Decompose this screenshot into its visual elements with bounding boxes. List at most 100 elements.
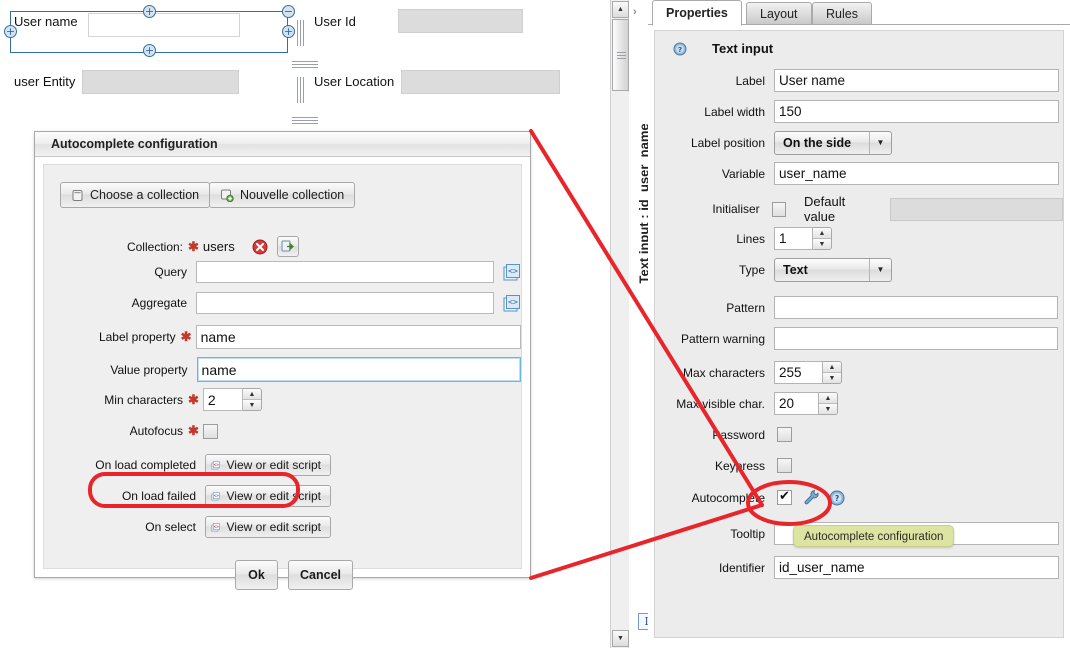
aggregate-input[interactable] <box>196 292 494 314</box>
tab-layout[interactable]: Layout <box>746 2 812 25</box>
label-field-input[interactable]: User name <box>774 69 1059 92</box>
min-characters-required-marker: ✱ <box>188 391 199 407</box>
keypress-checkbox[interactable] <box>777 458 792 473</box>
pattern-warning-input[interactable] <box>774 327 1058 350</box>
on-select-script-button[interactable]: <> View or edit script <box>205 516 331 538</box>
chevron-down-icon[interactable]: ▼ <box>869 259 891 281</box>
chevron-down-icon[interactable]: ▼ <box>869 132 891 154</box>
variable-input[interactable]: user_name <box>774 162 1059 185</box>
grip-horizontal-1[interactable] <box>292 60 318 69</box>
new-collection-button[interactable]: Nouvelle collection <box>209 182 356 208</box>
open-collection-button[interactable] <box>276 236 299 257</box>
designer-input-user-entity[interactable] <box>82 70 239 94</box>
tab-rules-label: Rules <box>826 7 858 21</box>
lines-stepper[interactable]: 1 ▲ ▼ <box>774 227 832 250</box>
max-visible-char-stepper[interactable]: 20 ▲ ▼ <box>774 392 838 415</box>
grip-horizontal-2[interactable] <box>292 116 318 125</box>
autocomplete-help-icon[interactable]: ? <box>829 490 845 506</box>
max-visible-char-up-icon[interactable]: ▲ <box>819 393 837 404</box>
canvas-vertical-scrollbar[interactable]: ▲ ▼ <box>610 0 629 648</box>
max-characters-up-icon[interactable]: ▲ <box>823 362 841 373</box>
ok-button[interactable]: Ok <box>235 560 278 590</box>
properties-panel: Properties Layout Rules ? Text input Lab… <box>648 0 1070 648</box>
panel-tab-bar: Properties Layout Rules <box>648 0 1070 26</box>
grip-vertical-1[interactable] <box>296 20 305 46</box>
scrollbar-track[interactable] <box>612 92 629 630</box>
autofocus-checkbox[interactable] <box>202 423 218 439</box>
designer-input-user-location[interactable] <box>401 70 560 94</box>
lines-down-icon[interactable]: ▼ <box>813 239 831 249</box>
default-value-label: Default value <box>804 194 846 224</box>
type-label: Type <box>738 263 765 277</box>
handle-remove[interactable]: − <box>282 5 295 18</box>
component-side-tab[interactable]: › Text input : id_user_name <box>630 0 652 648</box>
cancel-button-label: Cancel <box>300 568 341 582</box>
tab-properties[interactable]: Properties <box>652 0 742 26</box>
tab-rules[interactable]: Rules <box>812 2 872 25</box>
grip-vertical-2[interactable] <box>296 77 305 103</box>
handle-add-right[interactable]: + <box>282 25 295 38</box>
aggregate-label: Aggregate <box>131 296 188 310</box>
lines-input[interactable]: 1 <box>774 227 813 250</box>
designer-label-user-location: User Location <box>314 74 395 89</box>
password-checkbox[interactable] <box>777 427 792 442</box>
label-width-input[interactable]: 150 <box>774 100 1059 123</box>
initialiser-checkbox[interactable] <box>771 201 787 217</box>
pattern-input[interactable] <box>774 296 1058 319</box>
max-visible-char-down-icon[interactable]: ▼ <box>819 404 837 414</box>
query-label: Query <box>154 265 188 279</box>
value-property-label: Value property <box>110 362 188 377</box>
value-property-input[interactable]: name <box>196 357 521 382</box>
aggregate-script-icon[interactable]: <> <box>502 294 521 313</box>
cancel-button[interactable]: Cancel <box>288 560 353 590</box>
svg-text:<>: <> <box>214 523 220 528</box>
scroll-up-button[interactable]: ▲ <box>612 1 629 18</box>
script-icon: <> <box>211 491 220 500</box>
handle-add-bottom[interactable]: + <box>143 44 156 57</box>
handle-add-top[interactable]: + <box>143 5 156 18</box>
max-visible-char-input[interactable]: 20 <box>774 392 819 415</box>
max-characters-down-icon[interactable]: ▼ <box>823 373 841 383</box>
new-collection-icon <box>220 189 234 202</box>
label-position-select[interactable]: On the side ▼ <box>774 131 892 155</box>
on-load-completed-script-button[interactable]: <> View or edit script <box>205 454 331 476</box>
wrench-icon[interactable] <box>803 489 820 506</box>
scrollbar-thumb[interactable] <box>612 19 629 91</box>
query-script-icon[interactable]: <> <box>502 263 521 282</box>
max-characters-stepper[interactable]: 255 ▲ ▼ <box>774 361 842 384</box>
designer-input-user-id[interactable] <box>398 9 523 33</box>
identifier-label: Identifier <box>718 560 765 575</box>
min-characters-down-icon[interactable]: ▼ <box>242 400 261 410</box>
min-characters-up-icon[interactable]: ▲ <box>242 389 261 400</box>
min-characters-input[interactable]: 2 <box>202 388 243 411</box>
help-icon[interactable]: ? <box>673 42 687 56</box>
keypress-label: Keypress <box>714 458 765 473</box>
collection-required-marker: ✱ <box>188 238 199 254</box>
autocomplete-label: Autocomplete <box>691 490 765 505</box>
autocomplete-checkbox[interactable] <box>777 489 792 505</box>
max-characters-input[interactable]: 255 <box>774 361 823 384</box>
choose-collection-button[interactable]: Choose a collection <box>60 182 211 208</box>
type-select[interactable]: Text ▼ <box>774 258 892 282</box>
query-input[interactable] <box>196 261 494 283</box>
lines-up-icon[interactable]: ▲ <box>813 228 831 239</box>
pattern-warning-label: Pattern warning <box>680 331 765 346</box>
label-property-required-marker: ✱ <box>180 329 192 344</box>
tab-layout-label: Layout <box>760 7 798 21</box>
scroll-down-icon: ▼ <box>617 635 624 642</box>
remove-collection-icon[interactable] <box>252 239 268 255</box>
identifier-input[interactable]: id_user_name <box>774 556 1059 579</box>
on-load-completed-label: On load completed <box>95 458 196 472</box>
handle-add-left[interactable]: + <box>4 25 17 38</box>
autofocus-required-marker: ✱ <box>188 423 199 438</box>
chevron-right-icon[interactable]: › <box>633 6 637 18</box>
collection-label: Collection: <box>126 239 183 254</box>
designer-input-user-name[interactable] <box>88 13 240 37</box>
label-property-input[interactable]: name <box>195 325 521 349</box>
designer-label-user-entity: user Entity <box>14 74 76 89</box>
on-load-failed-script-button[interactable]: <> View or edit script <box>205 485 331 507</box>
autocomplete-configuration-dialog[interactable]: Autocomplete configuration Choose a coll… <box>34 131 531 590</box>
scroll-down-button[interactable]: ▼ <box>612 630 629 647</box>
min-characters-stepper[interactable]: 2 ▲ ▼ <box>202 388 262 411</box>
on-load-failed-label: On load failed <box>121 489 196 503</box>
